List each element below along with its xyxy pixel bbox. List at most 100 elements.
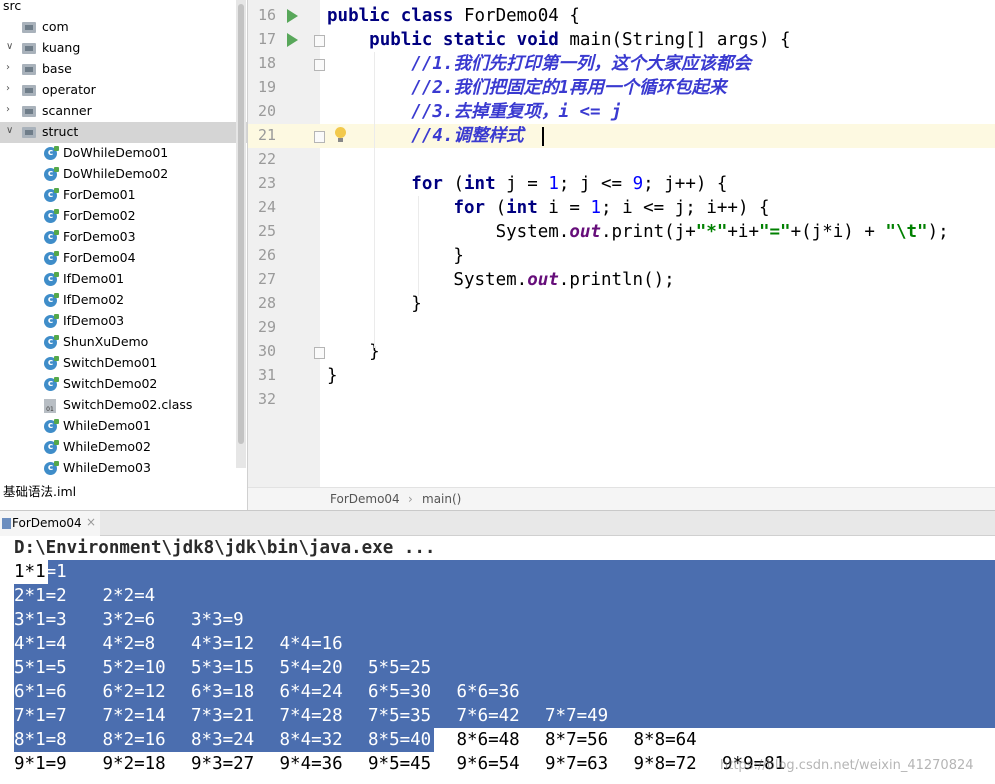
console-output-cell: 5*3=15 (191, 658, 255, 678)
breadcrumb-file[interactable]: ForDemo04 (330, 492, 400, 506)
fold-marker-icon[interactable] (314, 59, 325, 71)
editor-gutter (248, 0, 320, 487)
breadcrumb-separator: › (408, 492, 413, 506)
run-gutter-icon[interactable] (287, 9, 298, 23)
console-output-cell: 9*7=63 (545, 754, 609, 774)
line-number: 25 (257, 222, 276, 240)
console-output-cell: 8*4=32 (279, 730, 343, 750)
tree-scrollbar-thumb[interactable] (238, 4, 244, 444)
run-tab-bar: ForDemo04 × (0, 510, 995, 536)
tree-item-label: IfDemo01 (63, 271, 125, 286)
console-output-cell: 6*3=18 (191, 682, 255, 702)
fold-marker-icon[interactable] (314, 131, 325, 143)
package-folder-icon (22, 43, 36, 54)
console-output-cell: 7*6=42 (456, 706, 520, 726)
console-output-cell: 9*3=27 (191, 754, 255, 774)
console-output-cell: 8*2=16 (102, 730, 166, 750)
tree-item-whiledemo03[interactable]: c WhileDemo03 (0, 458, 248, 479)
java-class-icon: c (44, 146, 59, 160)
code-line: } (327, 366, 338, 386)
tree-item-com[interactable]: com (0, 17, 248, 38)
code-line: //1.我们先打印第一列，这个大家应该都会 (411, 54, 751, 74)
selection-highlight (14, 584, 995, 608)
tree-item-label: WhileDemo01 (63, 418, 151, 433)
intention-bulb-icon[interactable] (335, 127, 346, 142)
package-folder-icon (22, 106, 36, 117)
java-class-icon: c (44, 251, 59, 265)
line-number: 29 (257, 318, 276, 336)
breadcrumb-method[interactable]: main() (422, 492, 461, 506)
console-output-cell: 7*4=28 (279, 706, 343, 726)
tree-item-fordemo04[interactable]: c ForDemo04 (0, 248, 248, 269)
tree-item-label: ForDemo04 (63, 250, 136, 265)
chevron-right-icon[interactable]: › (6, 83, 18, 94)
tree-item-dowhiledemo01[interactable]: c DoWhileDemo01 (0, 143, 248, 164)
console-output-cell: 8*6=48 (456, 730, 520, 750)
run-tab-label: ForDemo04 (12, 516, 82, 530)
tree-item-base[interactable]: › base (0, 59, 248, 80)
tree-item-whiledemo01[interactable]: c WhileDemo01 (0, 416, 248, 437)
tree-item-label: base (42, 61, 72, 76)
tree-item-switchdemo02[interactable]: c SwitchDemo02 (0, 374, 248, 395)
tree-item-shunxudemo[interactable]: c ShunXuDemo (0, 332, 248, 353)
tree-item-kuang[interactable]: ∨ kuang (0, 38, 248, 59)
selection-highlight (48, 560, 995, 584)
tree-item-label: ShunXuDemo (63, 334, 149, 349)
tree-item-ifdemo03[interactable]: c IfDemo03 (0, 311, 248, 332)
tree-item-operator[interactable]: › operator (0, 80, 248, 101)
chevron-right-icon[interactable]: › (6, 104, 18, 115)
tree-item-dowhiledemo02[interactable]: c DoWhileDemo02 (0, 164, 248, 185)
java-class-icon: c (44, 230, 59, 244)
tree-item-struct[interactable]: ∨ struct (0, 122, 248, 143)
tree-item--iml[interactable]: 基础语法.iml (0, 479, 248, 500)
tree-item-label: ForDemo02 (63, 208, 136, 223)
line-number: 21 (257, 126, 276, 144)
tree-item-whiledemo02[interactable]: c WhileDemo02 (0, 437, 248, 458)
tree-item-src[interactable]: src (0, 0, 248, 17)
console-command-line: D:\Environment\jdk8\jdk\bin\java.exe ... (14, 538, 436, 558)
line-number: 24 (257, 198, 276, 216)
tree-item-label: struct (42, 124, 79, 139)
fold-marker-icon[interactable] (314, 347, 325, 359)
java-class-icon: c (44, 461, 59, 475)
line-number: 23 (257, 174, 276, 192)
run-gutter-icon[interactable] (287, 33, 298, 47)
console-output-cell: 4*4=16 (279, 634, 343, 654)
console-output-cell: 7*2=14 (102, 706, 166, 726)
tree-item-ifdemo02[interactable]: c IfDemo02 (0, 290, 248, 311)
tree-item-fordemo02[interactable]: c ForDemo02 (0, 206, 248, 227)
tree-item-fordemo01[interactable]: c ForDemo01 (0, 185, 248, 206)
tree-item-label: WhileDemo02 (63, 439, 151, 454)
java-class-icon: c (44, 440, 59, 454)
tree-item-label: ForDemo01 (63, 187, 136, 202)
code-line: //2.我们把固定的1再用一个循环包起来 (411, 78, 727, 98)
breadcrumb: ForDemo04 › main() (248, 487, 995, 510)
text-caret (542, 127, 544, 146)
console-output-cell: 8*8=64 (633, 730, 697, 750)
console-output-cell: 9*2=18 (102, 754, 166, 774)
tree-item-switchdemo02-class[interactable]: 01 SwitchDemo02.class (0, 395, 248, 416)
chevron-down-icon[interactable]: ∨ (6, 41, 18, 52)
chevron-right-icon[interactable]: › (6, 62, 18, 73)
tree-item-label: src (3, 0, 22, 13)
java-class-icon: c (44, 188, 59, 202)
close-icon[interactable]: × (86, 515, 96, 529)
line-number: 30 (257, 342, 276, 360)
project-tree: src com ∨ kuang › base › operator › scanner ∨ struc… (0, 0, 248, 510)
java-class-icon: c (44, 272, 59, 286)
console-output-cell: 9*6=54 (456, 754, 520, 774)
class-file-icon: 01 (44, 399, 56, 413)
console-output-cell: 9*8=72 (633, 754, 697, 774)
tree-item-ifdemo01[interactable]: c IfDemo01 (0, 269, 248, 290)
line-number: 16 (257, 6, 276, 24)
chevron-down-icon[interactable]: ∨ (6, 125, 18, 136)
tab-run-fordemo04[interactable]: ForDemo04 × (0, 511, 100, 536)
console-output-cell: 6*4=24 (279, 682, 343, 702)
fold-marker-icon[interactable] (314, 35, 325, 47)
tree-item-fordemo03[interactable]: c ForDemo03 (0, 227, 248, 248)
line-number: 20 (257, 102, 276, 120)
tree-item-scanner[interactable]: › scanner (0, 101, 248, 122)
tree-item-switchdemo01[interactable]: c SwitchDemo01 (0, 353, 248, 374)
console-output-cell: 6*2=12 (102, 682, 166, 702)
tree-item-label: SwitchDemo01 (63, 355, 158, 370)
